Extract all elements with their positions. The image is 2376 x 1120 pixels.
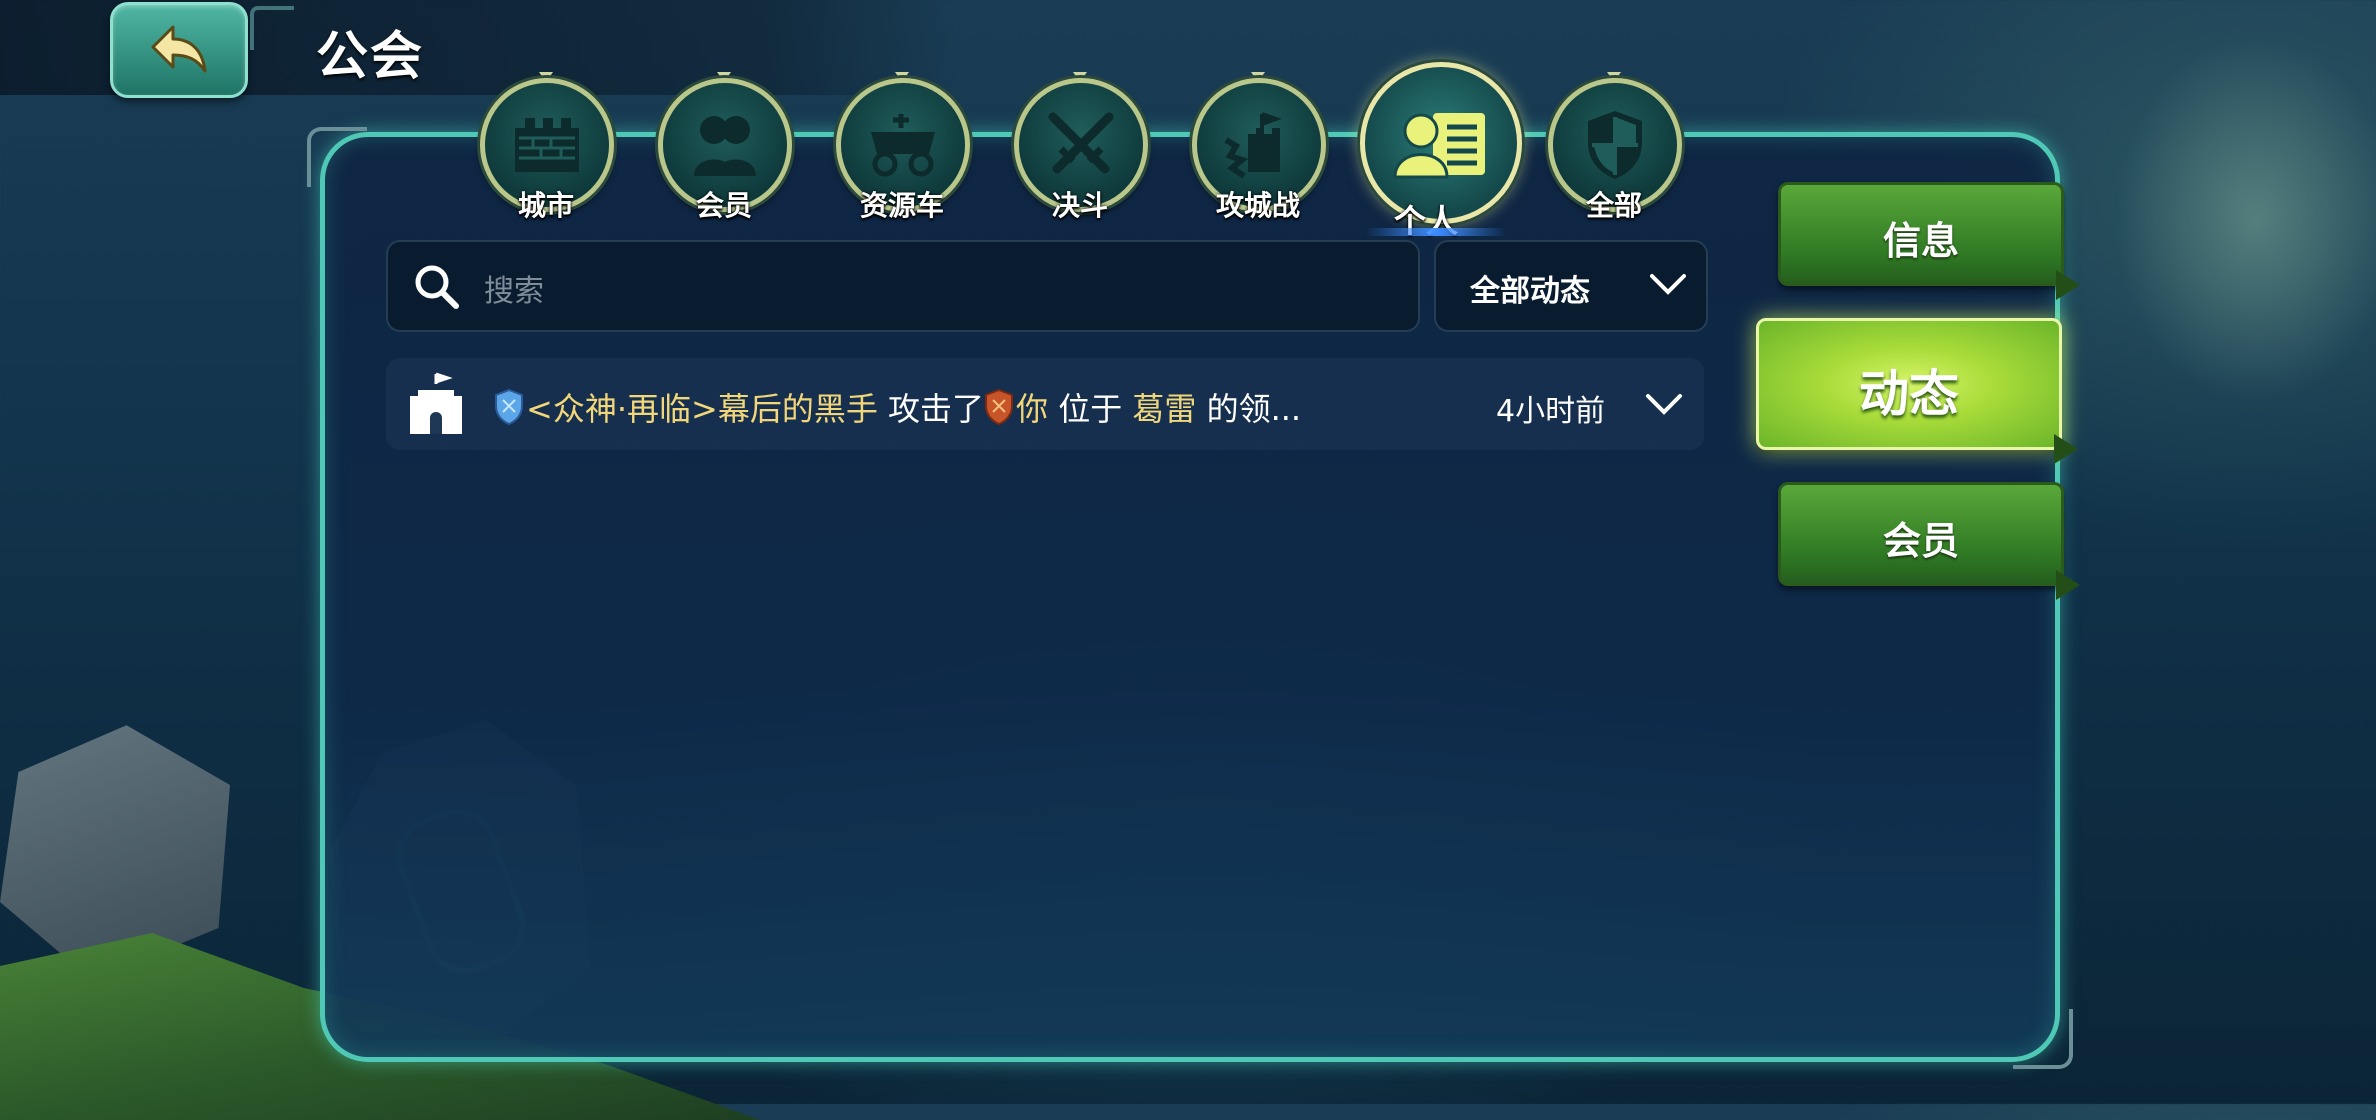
panel-corner-ornament: [307, 127, 367, 187]
page-title: 公会: [316, 27, 425, 87]
back-button[interactable]: [110, 2, 248, 98]
tab-label: 会员: [695, 189, 752, 222]
activity-text: <众神·再临>幕后的黑手 攻击了 你 位于 葛雷 的领...: [494, 384, 1301, 430]
crossed-swords-icon: [1048, 112, 1114, 174]
panel-corner-ornament: [2013, 1009, 2073, 1069]
target-name: 你: [1016, 390, 1049, 428]
resource-cart-icon: [871, 114, 935, 177]
title-ornament: [250, 6, 294, 50]
activity-filter-dropdown[interactable]: 全部动态: [1434, 240, 1708, 332]
rock-background: [0, 725, 230, 980]
shield-icon: [1588, 111, 1642, 179]
side-tab-label: 会员: [1882, 519, 1959, 563]
location-name: 葛雷: [1132, 390, 1197, 428]
members-icon: [694, 116, 756, 176]
suffix-text: 的领...: [1206, 390, 1302, 428]
chevron-down-icon: [1646, 394, 1682, 415]
tab-members[interactable]: 会员: [658, 72, 792, 224]
side-tab-label: 动态: [1859, 365, 1959, 423]
tab-siege[interactable]: 攻城战: [1192, 72, 1326, 224]
tab-resource-cart[interactable]: 资源车: [836, 72, 970, 224]
guild-shield-icon: [495, 388, 523, 426]
action-text: 攻击了: [888, 390, 985, 428]
player-shield-icon: [985, 388, 1014, 426]
siege-icon: [1224, 112, 1282, 179]
search-placeholder: 搜索: [484, 274, 544, 309]
tab-city[interactable]: 城市: [480, 72, 614, 224]
attacker-name: 幕后的黑手: [717, 390, 878, 428]
tab-personal[interactable]: 个人: [1360, 62, 1522, 242]
castle-icon: [410, 372, 462, 434]
personal-card-icon: [1393, 113, 1485, 179]
category-tabs: 城市 会员 资源车 决斗 攻城战 个人 全部: [480, 62, 1720, 240]
tab-label: 资源车: [859, 189, 944, 222]
search-icon: [415, 265, 459, 309]
tab-label: 决斗: [1051, 189, 1108, 222]
statue-background: [2056, 0, 2376, 600]
tab-label: 全部: [1585, 189, 1642, 222]
chevron-down-icon: [1650, 274, 1686, 295]
city-wall-icon: [515, 118, 579, 172]
filter-value: 全部动态: [1470, 274, 1590, 309]
active-tab-indicator: [1366, 228, 1506, 236]
back-arrow-icon: [151, 25, 207, 73]
search-input[interactable]: 搜索: [386, 240, 1420, 332]
side-tab-members[interactable]: 会员: [1778, 482, 2080, 600]
activity-time: 4小时前: [1496, 394, 1606, 429]
tab-label: 城市: [517, 189, 574, 222]
side-tab-activity[interactable]: 动态: [1756, 318, 2078, 464]
tab-duel[interactable]: 决斗: [1014, 72, 1148, 224]
side-tab-info[interactable]: 信息: [1778, 182, 2080, 300]
tab-all[interactable]: 全部: [1548, 72, 1682, 224]
activity-row[interactable]: <众神·再临>幕后的黑手 攻击了 你 位于 葛雷 的领... 4小时前: [386, 358, 1704, 450]
guild-tag: <众神·再临>: [526, 390, 718, 428]
tab-label: 攻城战: [1215, 189, 1300, 222]
side-tab-label: 信息: [1882, 219, 1959, 263]
preposition-text: 位于: [1058, 390, 1123, 428]
